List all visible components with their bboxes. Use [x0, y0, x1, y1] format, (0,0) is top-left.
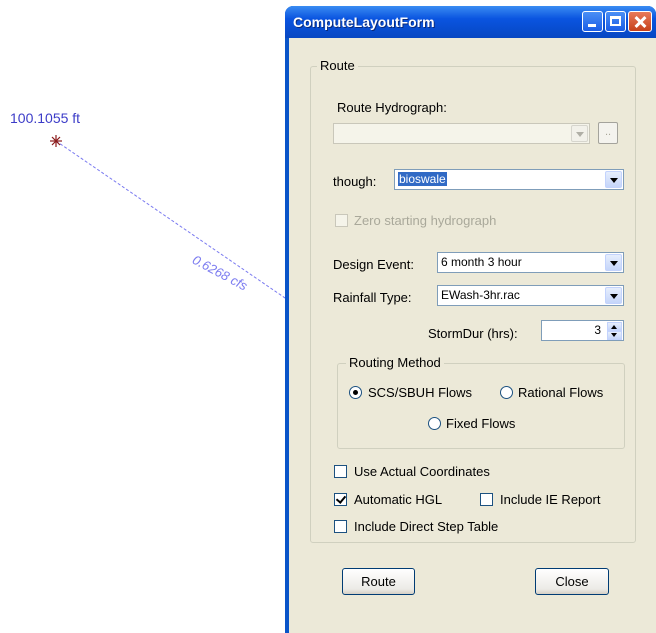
rainfall-type-select[interactable]: EWash-3hr.rac: [437, 285, 624, 306]
though-label: though:: [333, 174, 377, 189]
route-button[interactable]: Route: [342, 568, 415, 595]
though-select[interactable]: bioswale: [394, 169, 624, 190]
close-button[interactable]: Close: [535, 568, 609, 595]
radio-fixed[interactable]: [428, 417, 441, 430]
maximize-button[interactable]: [605, 11, 626, 32]
pipe-line[interactable]: [55, 140, 288, 301]
zero-starting-checkbox[interactable]: [335, 214, 348, 227]
routing-method-legend: Routing Method: [346, 355, 444, 370]
radio-scs-sbuh-label: SCS/SBUH Flows: [368, 385, 473, 400]
spin-up-icon[interactable]: [607, 322, 622, 331]
route-hydrograph-select[interactable]: [333, 123, 590, 144]
minimize-button[interactable]: [582, 11, 603, 32]
radio-fixed-label: Fixed Flows: [446, 416, 516, 431]
chevron-down-icon: [571, 125, 588, 142]
route-hydrograph-label: Route Hydrograph:: [337, 100, 447, 115]
node-marker-icon[interactable]: [50, 135, 62, 147]
rainfall-type-label: Rainfall Type:: [333, 290, 412, 305]
storm-dur-spinner[interactable]: 3: [541, 320, 624, 341]
zero-starting-label: Zero starting hydrograph: [354, 213, 497, 228]
chevron-down-icon: [605, 287, 622, 304]
storm-dur-label: StormDur (hrs):: [428, 326, 518, 341]
routing-method-group: Routing Method: [337, 355, 625, 449]
compute-layout-window: ComputeLayoutForm Route Route Hydrograph…: [285, 6, 656, 633]
chevron-down-icon: [605, 171, 622, 188]
include-ie-report-checkbox[interactable]: [480, 493, 493, 506]
design-event-select[interactable]: 6 month 3 hour: [437, 252, 624, 273]
chevron-down-icon: [605, 254, 622, 271]
include-direct-step-label: Include Direct Step Table: [354, 519, 499, 534]
radio-rational[interactable]: [500, 386, 513, 399]
elevation-label: 100.1055 ft: [10, 110, 81, 126]
include-ie-report-label: Include IE Report: [500, 492, 601, 507]
automatic-hgl-label: Automatic HGL: [354, 492, 443, 507]
though-value: bioswale: [398, 172, 447, 186]
radio-rational-label: Rational Flows: [518, 385, 604, 400]
close-window-button[interactable]: [628, 11, 652, 32]
automatic-hgl-checkbox[interactable]: [334, 493, 347, 506]
canvas-drawing: [50, 135, 288, 301]
spin-down-icon[interactable]: [607, 331, 622, 340]
route-group-legend: Route: [317, 58, 358, 73]
use-actual-coords-label: Use Actual Coordinates: [354, 464, 490, 479]
radio-scs-sbuh[interactable]: [349, 386, 362, 399]
window-title: ComputeLayoutForm: [293, 14, 435, 30]
title-bar[interactable]: ComputeLayoutForm: [285, 6, 656, 38]
design-event-label: Design Event:: [333, 257, 414, 272]
dialog-body: Route Route Hydrograph: .. though: biosw…: [289, 38, 656, 633]
use-actual-coords-checkbox[interactable]: [334, 465, 347, 478]
cad-canvas[interactable]: 100.1055 ft 0.6268 cfs: [0, 0, 288, 633]
browse-button[interactable]: ..: [598, 122, 618, 144]
include-direct-step-checkbox[interactable]: [334, 520, 347, 533]
